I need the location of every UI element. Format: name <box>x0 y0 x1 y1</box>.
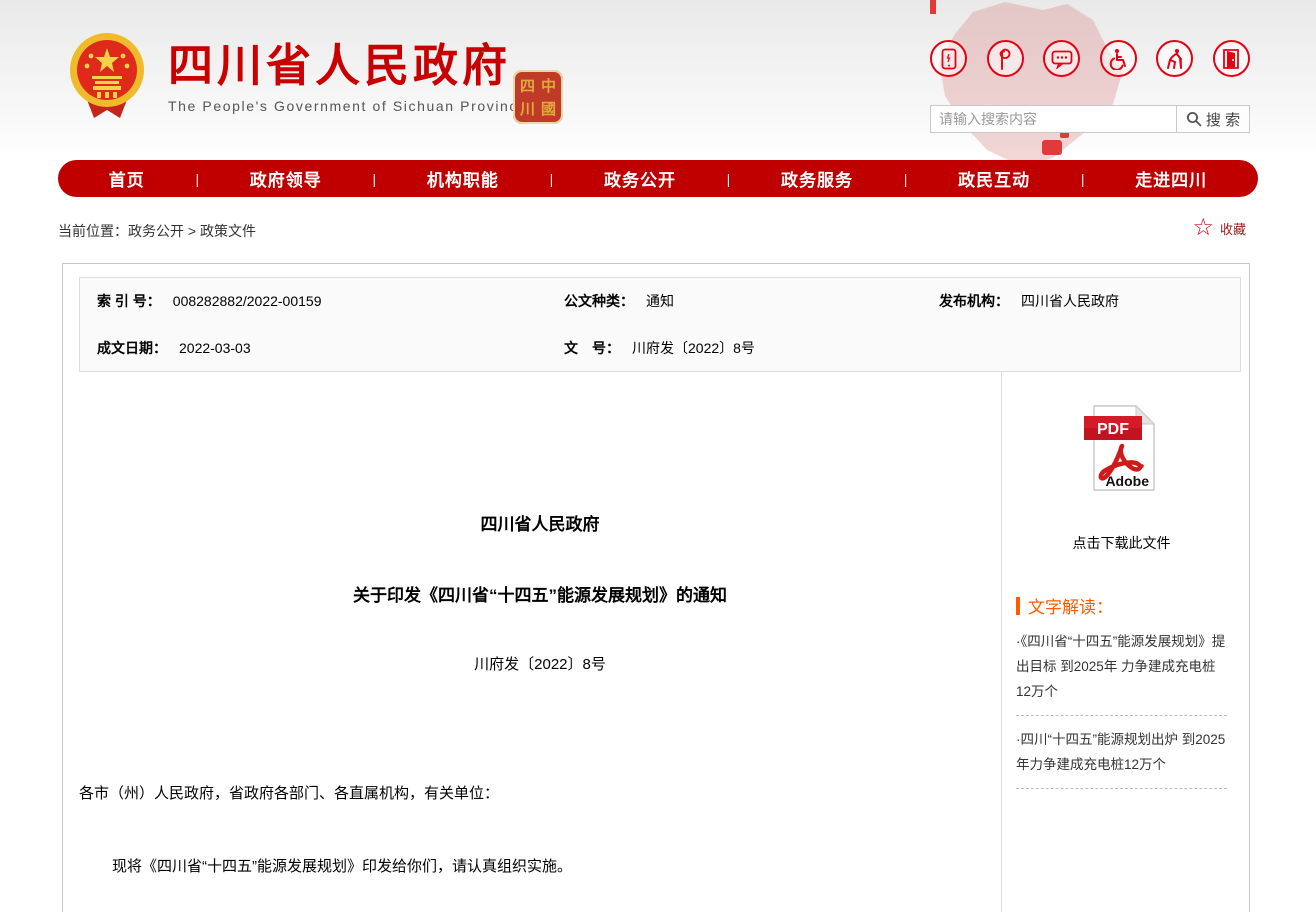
nav-item-services[interactable]: 政务服务 <box>781 166 853 191</box>
seal-char: 中 <box>541 75 556 96</box>
national-emblem-logo <box>66 32 148 120</box>
seal-char: 川 <box>520 98 535 119</box>
search-input[interactable] <box>931 106 1176 132</box>
meta-docno: 文 号： 川府发〔2022〕8号 <box>547 338 922 358</box>
door-exit-icon[interactable] <box>1213 40 1250 77</box>
meta-index-value: 008282882/2022-00159 <box>173 293 322 309</box>
sichuan-map-watermark <box>935 0 1130 168</box>
nav-item-functions[interactable]: 机构职能 <box>427 166 499 191</box>
meta-date: 成文日期： 2022-03-03 <box>80 338 547 358</box>
seal-char: 國 <box>541 98 556 119</box>
nav-divider: | <box>727 171 731 187</box>
download-link[interactable]: 点击下载此文件 <box>1016 533 1227 553</box>
meta-type: 公文种类： 通知 <box>547 291 922 311</box>
breadcrumb-link-page[interactable]: 政策文件 <box>200 223 256 239</box>
interpretation-header: 文字解读： <box>1016 593 1227 618</box>
document-number: 川府发〔2022〕8号 <box>79 653 1001 674</box>
nav-divider: | <box>550 171 554 187</box>
nav-item-info-disclosure[interactable]: 政务公开 <box>604 166 676 191</box>
main-nav: 首页 | 政府领导 | 机构职能 | 政务公开 | 政务服务 | 政民互动 | … <box>58 160 1258 197</box>
interpretation-title: 文字解读： <box>1028 593 1113 618</box>
message-icon[interactable] <box>1043 40 1080 77</box>
document-title: 关于印发《四川省“十四五”能源发展规划》的通知 <box>79 581 1001 606</box>
p-badge-icon[interactable] <box>987 40 1024 77</box>
meta-index: 索 引 号： 008282882/2022-00159 <box>80 291 547 311</box>
right-sidebar: PDF Adobe 点击下载此文件 文字解读： ·《四川省“十四五”能源发展规划… <box>1001 372 1241 912</box>
map-fragment <box>930 0 936 14</box>
page-header: 四川省人民政府 The People's Government of Sichu… <box>0 0 1316 150</box>
nav-item-home[interactable]: 首页 <box>109 166 145 191</box>
pdf-badge-text: PDF <box>1097 421 1129 438</box>
search-icon <box>1186 111 1202 127</box>
favorite-button[interactable]: ☆ 收藏 <box>1192 216 1246 240</box>
nav-item-about-sichuan[interactable]: 走进四川 <box>1135 166 1207 191</box>
favorite-star-icon: ☆ <box>1192 216 1214 240</box>
adobe-label-text: Adobe <box>1105 473 1149 489</box>
nav-divider: | <box>195 171 199 187</box>
mobile-icon[interactable] <box>930 40 967 77</box>
interpretation-accent-bar <box>1016 597 1020 615</box>
pdf-file-icon[interactable]: PDF Adobe <box>1080 402 1164 499</box>
document-paragraph: 各市（州）人民政府，省政府各部门、各直属机构，有关单位： <box>79 782 1001 803</box>
nav-divider: | <box>373 171 377 187</box>
interpretation-link[interactable]: ·《四川省“十四五”能源发展规划》提出目标 到2025年 力争建成充电桩12万个 <box>1016 618 1227 716</box>
quick-icon-row <box>930 40 1250 77</box>
breadcrumb-prefix: 当前位置： <box>58 223 128 239</box>
seal-char: 四 <box>520 75 535 96</box>
elder-mode-icon[interactable] <box>1156 40 1193 77</box>
nav-divider: | <box>904 171 908 187</box>
china-sichuan-seal: 四 中 川 國 <box>513 70 563 124</box>
meta-org-value: 四川省人民政府 <box>1021 293 1119 309</box>
map-fragment <box>1042 140 1062 155</box>
interpretation-link[interactable]: ·四川“十四五”能源规划出炉 到2025年力争建成充电桩12万个 <box>1016 716 1227 789</box>
meta-type-value: 通知 <box>646 293 674 309</box>
meta-docno-value: 川府发〔2022〕8号 <box>632 340 755 356</box>
document-meta-table: 索 引 号： 008282882/2022-00159 公文种类： 通知 发布机构：… <box>79 277 1241 372</box>
meta-org: 发布机构： 四川省人民政府 <box>922 291 1242 311</box>
meta-date-value: 2022-03-03 <box>179 340 251 356</box>
wheelchair-accessibility-icon[interactable] <box>1100 40 1137 77</box>
search-bar: 搜 索 <box>930 105 1250 133</box>
nav-item-leaders[interactable]: 政府领导 <box>250 166 322 191</box>
site-subtitle: The People's Government of Sichuan Provi… <box>168 98 527 114</box>
meta-org-label: 发布机构： <box>939 293 1009 309</box>
meta-docno-label: 文 号： <box>564 340 620 356</box>
document-body: 四川省人民政府 关于印发《四川省“十四五”能源发展规划》的通知 川府发〔2022… <box>79 372 1001 912</box>
breadcrumb-separator: > <box>188 223 196 239</box>
content-box: 索 引 号： 008282882/2022-00159 公文种类： 通知 发布机构：… <box>62 263 1250 912</box>
search-button-label: 搜 索 <box>1206 109 1240 130</box>
nav-divider: | <box>1081 171 1085 187</box>
search-button[interactable]: 搜 索 <box>1176 106 1249 132</box>
breadcrumb-link-section[interactable]: 政务公开 <box>128 223 184 239</box>
nav-item-interaction[interactable]: 政民互动 <box>958 166 1030 191</box>
meta-index-label: 索 引 号： <box>97 293 161 309</box>
meta-type-label: 公文种类： <box>564 293 634 309</box>
document-issuer: 四川省人民政府 <box>79 510 1001 535</box>
breadcrumb: 当前位置：政务公开 > 政策文件 <box>58 221 256 241</box>
site-title: 四川省人民政府 <box>168 40 527 92</box>
document-paragraph: 现将《四川省“十四五”能源发展规划》印发给你们，请认真组织实施。 <box>79 855 1001 876</box>
meta-date-label: 成文日期： <box>97 340 167 356</box>
favorite-label: 收藏 <box>1220 219 1246 238</box>
